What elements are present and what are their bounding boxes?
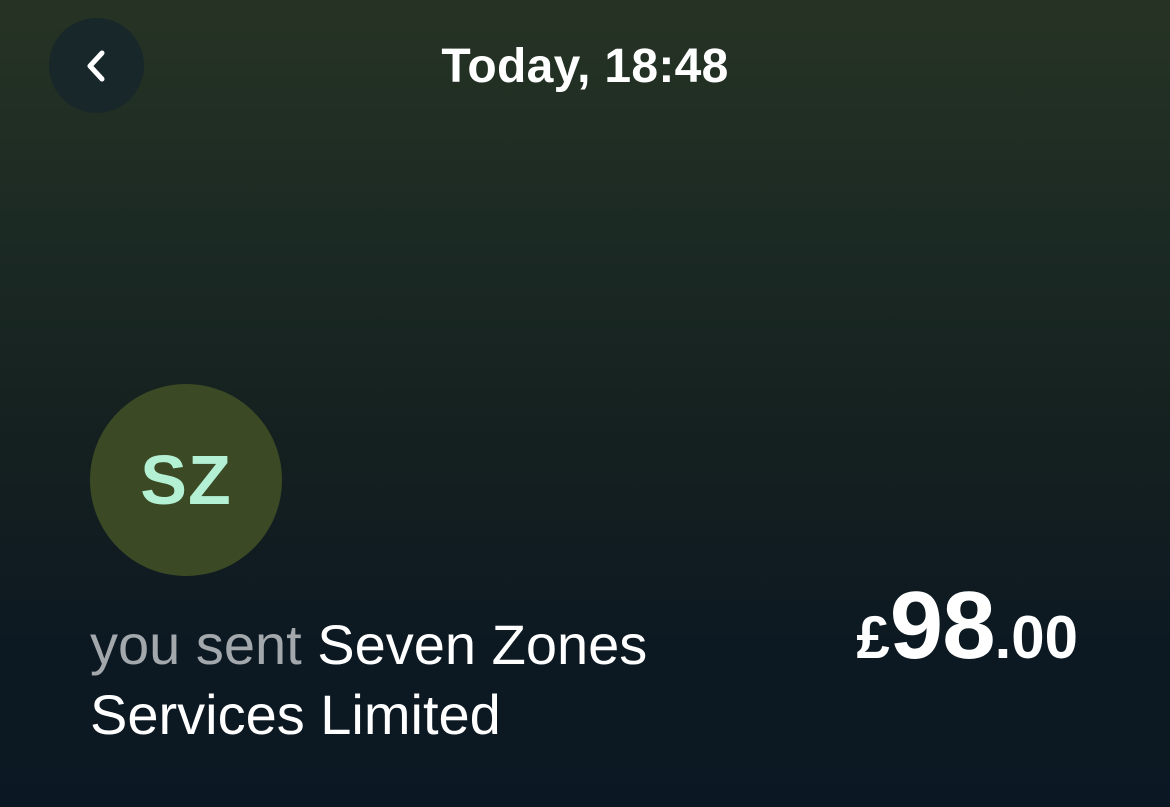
currency-symbol: £ <box>856 604 890 671</box>
avatar-initials: SZ <box>140 441 232 519</box>
transaction-description: you sent Seven Zones Services Limited <box>90 610 770 750</box>
direction-label: you sent <box>90 613 302 676</box>
transaction-amount: £ 98 .00 <box>856 578 1078 674</box>
avatar: SZ <box>90 384 282 576</box>
amount-minor: .00 <box>994 604 1078 671</box>
amount-major: 98 <box>889 572 996 679</box>
top-bar: Today, 18:48 <box>0 0 1170 135</box>
page-title: Today, 18:48 <box>441 40 729 93</box>
